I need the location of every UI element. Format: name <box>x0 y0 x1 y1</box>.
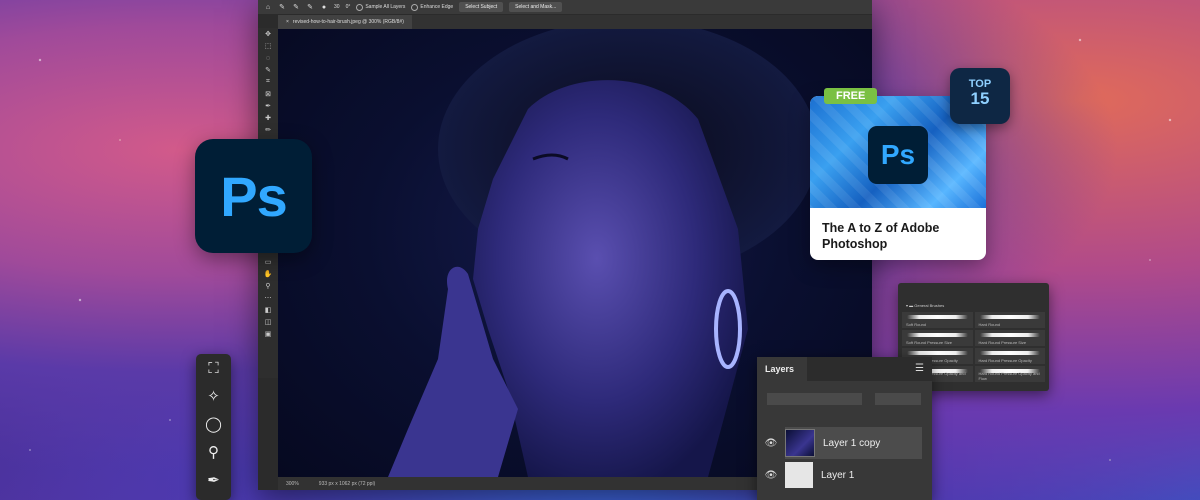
layer-name: Layer 1 <box>821 469 855 481</box>
marquee-tool-icon[interactable]: ⬚ <box>258 40 278 52</box>
brush-item[interactable]: Hard Round Pressure Size <box>974 330 1045 346</box>
layers-panel-header: Layers ☰ <box>757 357 932 381</box>
document-tab-bar: × revised-how-to-hair-brush.jpeg @ 300% … <box>278 15 872 29</box>
zoom-tool-icon[interactable]: ⚲ <box>258 280 278 292</box>
brush-size-icon[interactable]: ● <box>320 3 328 11</box>
screen-mode-icon[interactable]: ▣ <box>258 328 278 340</box>
frame-tool-icon[interactable]: ⊠ <box>258 88 278 100</box>
sample-all-layers-checkbox[interactable]: Sample All Layers <box>356 3 406 11</box>
layer-name: Layer 1 copy <box>823 437 881 449</box>
layer-opacity-field[interactable] <box>875 393 921 405</box>
brush-item[interactable]: Soft Round <box>902 312 973 328</box>
quick-mask-icon[interactable]: ◫ <box>258 316 278 328</box>
brush-item[interactable]: Hard Round Pressure Opacity and Flow <box>974 366 1045 382</box>
enhance-edge-checkbox[interactable]: Enhance Edge <box>411 3 454 11</box>
top-rank-badge: TOP 15 <box>950 68 1010 124</box>
brush-stroke-preview <box>979 315 1040 319</box>
course-card-logo-text: Ps <box>880 139 916 170</box>
floating-tools-panel: ⛶ ✧ ◯ ⚲ ✒ <box>196 354 231 500</box>
layer-row[interactable]: 👁 Layer 1 <box>757 459 932 491</box>
brush-stroke-preview <box>907 333 968 337</box>
document-tab[interactable]: × revised-how-to-hair-brush.jpeg @ 300% … <box>278 15 412 29</box>
brush-name: Hard Round Pressure Size <box>978 340 1027 345</box>
photoshop-logo-text: Ps <box>220 164 287 228</box>
layers-panel: Layers ☰ 👁 Layer 1 copy 👁 Layer 1 <box>757 357 932 500</box>
layer-filter-field[interactable] <box>767 393 862 405</box>
checkbox-icon <box>411 3 419 11</box>
brush-item[interactable]: Soft Round Pressure Size <box>902 330 973 346</box>
zoom-level[interactable]: 300% <box>286 481 299 487</box>
brush-name: Hard Round Pressure Opacity <box>978 358 1032 363</box>
brush-stroke-preview <box>907 315 968 319</box>
brush-folder-name: General Brushes <box>914 303 945 308</box>
angle-value[interactable]: 0° <box>346 4 351 10</box>
course-card-ps-logo: Ps <box>868 126 928 184</box>
rank-number: 15 <box>970 89 990 108</box>
brush-preset-icon[interactable]: ✎ <box>278 3 286 11</box>
brush-tool-icon[interactable]: ✏ <box>258 124 278 136</box>
lasso-icon[interactable]: ◯ <box>196 410 231 438</box>
brush-name: Hard Round Pressure Opacity and Flow <box>978 371 1040 381</box>
panel-menu-icon[interactable]: ☰ <box>915 363 924 374</box>
document-tab-title: revised-how-to-hair-brush.jpeg @ 300% (R… <box>292 19 404 25</box>
stamp-icon[interactable]: ⚲ <box>196 438 231 466</box>
move-tool-icon[interactable]: ✥ <box>258 28 278 40</box>
layer-thumbnail <box>785 462 813 488</box>
layer-filter-bar <box>757 381 932 421</box>
layers-tab[interactable]: Layers <box>757 357 807 381</box>
brush-item[interactable]: Hard Round Pressure Opacity <box>974 348 1045 364</box>
select-subject-button[interactable]: Select Subject <box>459 2 504 12</box>
enhance-edge-label: Enhance Edge <box>420 4 454 10</box>
healing-tool-icon[interactable]: ✚ <box>258 112 278 124</box>
lasso-tool-icon[interactable]: ◌ <box>258 52 278 64</box>
eye-icon[interactable]: 👁 <box>757 438 785 449</box>
brush-size-value: 30 <box>334 4 340 10</box>
brush-name: Soft Round Pressure Size <box>906 340 953 345</box>
brush-stroke-preview <box>907 351 968 355</box>
document-size: 933 px x 1062 px (72 ppi) <box>318 480 376 487</box>
select-frame-icon[interactable]: ⛶ <box>196 354 231 382</box>
shape-tool-icon[interactable]: ▭ <box>258 256 278 268</box>
close-icon[interactable]: × <box>286 19 289 25</box>
brush-add-icon[interactable]: ✎ <box>292 3 300 11</box>
magic-wand-icon[interactable]: ✧ <box>196 382 231 410</box>
brush-stroke-preview <box>979 351 1040 355</box>
course-title: The A to Z of Adobe Photoshop <box>822 221 940 251</box>
layer-row[interactable]: 👁 Layer 1 copy <box>757 427 932 459</box>
eyedropper-tool-icon[interactable]: ✒ <box>258 100 278 112</box>
brush-subtract-icon[interactable]: ✎ <box>306 3 314 11</box>
options-bar: ⌂ ✎ ✎ ✎ ● 30 0° Sample All Layers Enhanc… <box>258 0 872 14</box>
brush-folder-label[interactable]: ▾ ▬ General Brushes <box>898 283 1049 312</box>
select-and-mask-button[interactable]: Select and Mask... <box>509 2 563 12</box>
home-icon[interactable]: ⌂ <box>264 3 272 11</box>
eyedropper-icon[interactable]: ✒ <box>196 466 231 494</box>
brush-item[interactable]: Hard Round <box>974 312 1045 328</box>
folder-icon: ▾ ▬ <box>906 303 915 308</box>
crop-tool-icon[interactable]: ⌗ <box>258 76 278 88</box>
photoshop-logo: Ps <box>195 139 312 253</box>
sample-all-layers-label: Sample All Layers <box>365 4 406 10</box>
brush-stroke-preview <box>979 333 1040 337</box>
checkbox-icon <box>356 3 364 11</box>
hand-tool-icon[interactable]: ✋ <box>258 268 278 280</box>
brush-name: Soft Round <box>906 322 927 327</box>
eye-icon[interactable]: 👁 <box>757 470 785 481</box>
quick-select-tool-icon[interactable]: ✎ <box>258 64 278 76</box>
layer-thumbnail <box>785 429 815 457</box>
color-swatches-icon[interactable]: ◧ <box>258 304 278 316</box>
more-tools-icon[interactable]: ⋯ <box>258 292 278 304</box>
brush-name: Hard Round <box>978 322 1001 327</box>
free-badge: FREE <box>824 88 878 104</box>
